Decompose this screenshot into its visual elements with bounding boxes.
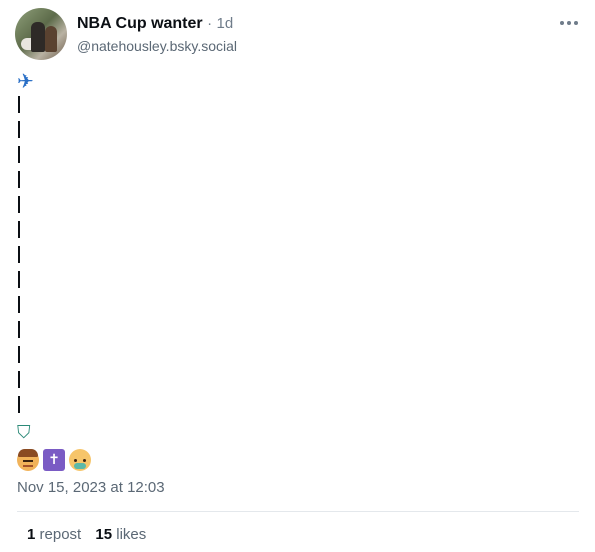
- emoji-row: ✝: [17, 449, 537, 471]
- post-age[interactable]: 1d: [217, 15, 234, 32]
- parachute-emoji-icon: ⛉: [17, 422, 31, 442]
- vertical-line-dash: [18, 296, 20, 313]
- author-handle[interactable]: @natehousley.bsky.social: [77, 36, 237, 56]
- vertical-line-dash: [18, 371, 20, 388]
- avatar-person-shape: [31, 22, 45, 52]
- more-horizontal-icon[interactable]: [558, 13, 580, 33]
- likes-label: likes: [116, 526, 147, 543]
- age-separator: ·: [207, 15, 213, 32]
- likes-count: 15: [95, 526, 113, 543]
- vertical-line-dash: [18, 196, 20, 213]
- engagement-stats: 1 repost 15 likes: [27, 525, 146, 545]
- avatar[interactable]: [15, 8, 67, 60]
- airplane-emoji-icon: ✈: [17, 71, 34, 93]
- reposts-label: repost: [39, 526, 82, 543]
- vertical-line-dash: [18, 396, 20, 413]
- post-thread-item: NBA Cup wanter · 1d @natehousley.bsky.so…: [0, 0, 595, 552]
- author-display-name[interactable]: NBA Cup wanter: [77, 15, 203, 32]
- vertical-line-dash: [18, 346, 20, 363]
- man-face-emoji-icon: [17, 449, 39, 471]
- baby-face-emoji-icon: [69, 449, 91, 471]
- vertical-line-dash: [18, 271, 20, 288]
- divider: [17, 511, 579, 512]
- more-dot: [567, 21, 571, 25]
- post-timestamp: Nov 15, 2023 at 12:03: [17, 479, 165, 496]
- more-dot: [574, 21, 578, 25]
- likes-stat[interactable]: 15 likes: [95, 526, 146, 543]
- vertical-line-dash: [18, 246, 20, 263]
- avatar-person-shape: [45, 26, 57, 52]
- latin-cross-emoji-icon: ✝: [43, 449, 65, 471]
- reposts-count: 1: [27, 526, 36, 543]
- vertical-line-dash: [18, 221, 20, 238]
- reposts-stat[interactable]: 1 repost: [27, 526, 81, 543]
- vertical-line-dashes: [18, 96, 537, 413]
- vertical-line-dash: [18, 121, 20, 138]
- vertical-line-dash: [18, 146, 20, 163]
- vertical-line-dash: [18, 321, 20, 338]
- more-dot: [560, 21, 564, 25]
- author-line: NBA Cup wanter · 1d: [77, 14, 233, 34]
- vertical-line-dash: [18, 96, 20, 113]
- post-body: ✈ ⛉ ✝: [17, 70, 537, 471]
- vertical-line-dash: [18, 171, 20, 188]
